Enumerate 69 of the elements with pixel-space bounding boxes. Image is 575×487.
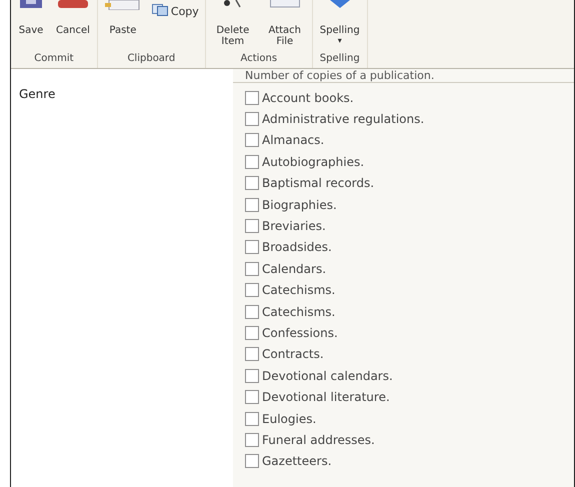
field-label: Genre: [19, 86, 56, 103]
checkbox[interactable]: [245, 262, 259, 276]
checkbox-option[interactable]: Contracts.: [233, 344, 574, 366]
ribbon-button[interactable]: Delete Item: [208, 0, 258, 47]
checkbox[interactable]: [245, 198, 259, 212]
checkbox-option[interactable]: Baptismal records.: [233, 172, 574, 194]
checkbox[interactable]: [245, 90, 259, 105]
checkbox-option[interactable]: Catechisms.: [233, 300, 574, 322]
option-label: Devotional calendars.: [262, 368, 393, 385]
checkbox-option[interactable]: Gazetteers.: [233, 450, 574, 472]
checkbox[interactable]: [245, 347, 259, 362]
group-label: Spelling: [318, 52, 361, 66]
checkbox[interactable]: [245, 283, 259, 298]
checkbox[interactable]: [245, 368, 259, 383]
checkbox[interactable]: [245, 176, 259, 190]
cancel-icon: [58, 0, 88, 8]
group-label: Actions: [240, 52, 278, 66]
checkbox[interactable]: [245, 390, 259, 404]
checkbox-option[interactable]: Administrative regulations.: [233, 108, 574, 130]
ribbon-button[interactable]: Spelling ▾: [314, 0, 365, 46]
checkbox[interactable]: [245, 133, 259, 148]
checkbox-option[interactable]: Breviaries.: [233, 215, 574, 237]
option-label: Gazetteers.: [262, 453, 332, 470]
checkbox-option[interactable]: Funeral addresses.: [233, 429, 574, 451]
checkbox[interactable]: [245, 112, 259, 126]
checkbox-option[interactable]: Catechisms.: [233, 280, 574, 301]
checkbox[interactable]: [245, 304, 259, 319]
checkbox-option[interactable]: Devotional calendars.: [233, 365, 574, 386]
checkbox[interactable]: [245, 240, 259, 254]
group-label: Commit: [33, 52, 75, 66]
checkbox-option[interactable]: Eulogies.: [233, 408, 574, 430]
checkbox[interactable]: [245, 412, 259, 426]
option-label: Biographies.: [262, 196, 337, 214]
checkbox[interactable]: [245, 326, 259, 340]
option-label: Account books.: [262, 90, 354, 107]
checkbox-option[interactable]: Confessions.: [233, 322, 574, 344]
ribbon-button[interactable]: Paste: [100, 0, 146, 36]
checkbox[interactable]: [245, 432, 259, 447]
option-label: Almanacs.: [262, 132, 324, 150]
checkbox-option[interactable]: Account books.: [233, 87, 574, 108]
checkbox-option[interactable]: Almanacs.: [233, 130, 574, 152]
option-label: Calendars.: [262, 260, 326, 278]
option-label: Autobiographies.: [262, 154, 364, 171]
option-label: Breviaries.: [262, 218, 326, 236]
copy-icon: [152, 4, 168, 16]
option-label: Catechisms.: [262, 282, 336, 300]
option-label: Devotional literature.: [262, 389, 390, 406]
checkbox[interactable]: [245, 219, 259, 234]
checkbox-option[interactable]: Calendars.: [233, 258, 574, 280]
option-label: Funeral addresses.: [262, 432, 375, 449]
option-label: Broadsides.: [262, 239, 332, 256]
checkbox-option[interactable]: Devotional literature.: [233, 386, 574, 408]
checkbox-option[interactable]: Biographies.: [233, 194, 574, 216]
ribbon-button[interactable]: Attach File: [260, 0, 310, 47]
checkbox[interactable]: [245, 454, 259, 468]
ribbon-button[interactable]: Save: [13, 0, 49, 36]
checkbox-option[interactable]: Autobiographies.: [233, 151, 574, 173]
option-label: Baptismal records.: [262, 175, 374, 192]
option-label: Administrative regulations.: [262, 111, 424, 128]
ribbon-button[interactable]: Cancel: [51, 0, 95, 36]
copy-button[interactable]: Copy: [148, 0, 203, 20]
checkbox[interactable]: [245, 154, 259, 169]
checkbox-option[interactable]: Broadsides.: [233, 236, 574, 258]
option-label: Eulogies.: [262, 410, 316, 428]
group-label: Clipboard: [126, 52, 176, 66]
help-text: Number of copies of a publication.: [244, 69, 434, 82]
option-label: Contracts.: [262, 346, 324, 364]
option-label: Catechisms.: [262, 304, 336, 321]
option-label: Confessions.: [262, 324, 338, 342]
